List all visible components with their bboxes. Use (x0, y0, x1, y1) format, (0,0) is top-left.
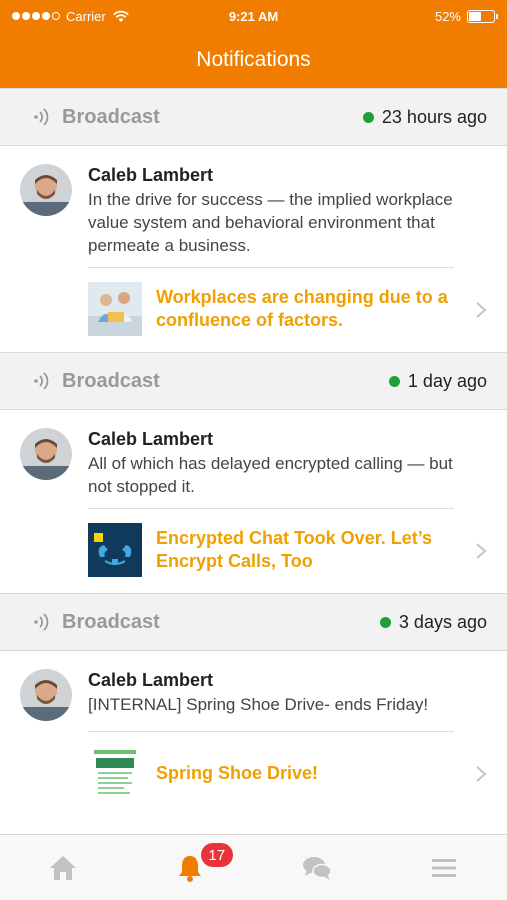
chevron-right-icon (476, 543, 487, 559)
wifi-icon (112, 10, 129, 22)
article-thumbnail (88, 746, 142, 800)
chat-bubbles-icon (302, 856, 332, 880)
page-title: Notifications (196, 48, 311, 71)
timestamp-text: 3 days ago (398, 611, 487, 632)
avatar (20, 669, 72, 721)
timestamp: 23 hours ago (362, 106, 487, 128)
notification-header: Broadcast 1 day ago (0, 352, 507, 410)
article-link[interactable]: Spring Shoe Drive! (88, 732, 488, 816)
notification-badge: 17 (200, 843, 233, 867)
battery-icon (467, 9, 498, 23)
article-thumbnail (88, 282, 142, 336)
article-thumbnail (88, 523, 142, 577)
message-text: [INTERNAL] Spring Shoe Drive- ends Frida… (88, 695, 429, 714)
online-dot-icon (362, 111, 374, 123)
notification-header: Broadcast 3 days ago (0, 593, 507, 651)
hamburger-menu-icon (431, 858, 456, 877)
article-title: Workplaces are changing due to a conflue… (156, 287, 448, 330)
timestamp-text: 23 hours ago (381, 106, 487, 127)
notification-card[interactable]: Caleb Lambert All of which has delayed e… (0, 410, 507, 593)
timestamp: 1 day ago (388, 370, 487, 392)
broadcast-icon (34, 108, 49, 126)
notification-list[interactable]: Broadcast 23 hours ago Caleb Lambert In … (0, 88, 507, 834)
avatar (20, 164, 72, 216)
notification-header: Broadcast 23 hours ago (0, 88, 507, 146)
article-title: Encrypted Chat Took Over. Let’s Encrypt … (156, 528, 433, 571)
timestamp: 3 days ago (379, 611, 487, 633)
author-name: Caleb Lambert (88, 165, 214, 185)
notification-card[interactable]: Caleb Lambert [INTERNAL] Spring Shoe Dri… (0, 651, 507, 816)
broadcast-icon (34, 372, 49, 390)
broadcast-icon (34, 613, 49, 631)
carrier-label: Carrier (66, 8, 106, 24)
timestamp-text: 1 day ago (407, 370, 487, 391)
online-dot-icon (388, 375, 400, 387)
article-link[interactable]: Workplaces are changing due to a conflue… (88, 268, 488, 352)
message-text: In the drive for success — the implied w… (88, 190, 453, 255)
tab-notifications[interactable]: 17 (127, 835, 254, 900)
avatar (20, 428, 72, 480)
article-link[interactable]: Encrypted Chat Took Over. Let’s Encrypt … (88, 509, 488, 593)
signal-strength-icon (12, 12, 60, 20)
top-bar: Carrier 9:21 AM 52% Notifications (0, 0, 507, 88)
category-label: Broadcast (62, 105, 160, 128)
home-icon (50, 855, 77, 880)
chevron-right-icon (476, 302, 487, 318)
notification-card[interactable]: Caleb Lambert In the drive for success —… (0, 146, 507, 352)
chevron-right-icon (476, 766, 487, 782)
author-name: Caleb Lambert (88, 429, 214, 449)
tab-bar: 17 (0, 834, 507, 900)
category-label: Broadcast (62, 369, 160, 392)
tab-home[interactable] (0, 835, 127, 900)
article-title: Spring Shoe Drive! (156, 762, 319, 783)
category-label: Broadcast (62, 610, 160, 633)
author-name: Caleb Lambert (88, 670, 214, 690)
message-text: All of which has delayed encrypted calli… (88, 454, 453, 496)
tab-menu[interactable] (380, 835, 507, 900)
status-bar: Carrier 9:21 AM 52% (0, 0, 507, 32)
online-dot-icon (379, 616, 391, 628)
battery-percent: 52% (434, 8, 461, 24)
tab-chat[interactable] (254, 835, 381, 900)
